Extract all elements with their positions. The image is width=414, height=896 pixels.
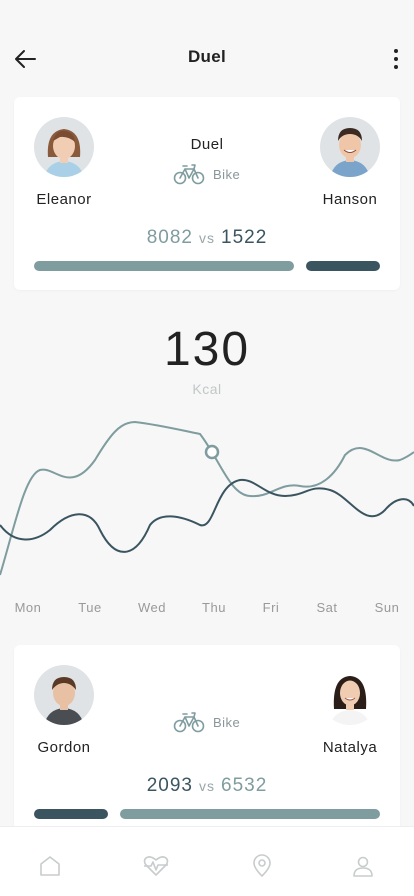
left-progress-bar bbox=[34, 809, 108, 819]
player-name-left: Gordon bbox=[37, 739, 91, 756]
selected-point-marker[interactable] bbox=[204, 444, 220, 460]
day-label: Sat bbox=[316, 600, 338, 615]
player-name-right: Natalya bbox=[322, 739, 378, 756]
activity-mode-label: Bike bbox=[213, 714, 241, 730]
tab-profile[interactable] bbox=[348, 851, 378, 881]
calories-unit: Kcal bbox=[192, 381, 222, 397]
right-score: 1522 bbox=[221, 227, 268, 248]
more-vertical-icon bbox=[394, 49, 398, 53]
activity-chart bbox=[0, 420, 414, 576]
activity-mode: Bike bbox=[173, 711, 240, 733]
location-pin-icon bbox=[253, 854, 271, 877]
player-name-right: Hanson bbox=[322, 191, 378, 208]
tab-health[interactable] bbox=[141, 851, 171, 881]
page-title: Duel bbox=[187, 47, 227, 66]
tab-location[interactable] bbox=[247, 851, 277, 881]
profile-icon bbox=[353, 856, 373, 877]
day-label: Sun bbox=[374, 600, 400, 615]
duel-card-top[interactable]: Eleanor Duel Bike Hanson 8082 vs 1522 bbox=[14, 97, 400, 290]
player-name-left: Eleanor bbox=[36, 191, 92, 208]
day-label: Tue bbox=[78, 600, 102, 615]
bottom-tab-bar bbox=[0, 826, 414, 896]
activity-mode-label: Bike bbox=[213, 166, 241, 182]
day-label: Wed bbox=[138, 600, 166, 615]
vs-label: vs bbox=[199, 230, 215, 246]
left-score: 2093 bbox=[146, 775, 193, 796]
left-score: 8082 bbox=[146, 227, 193, 248]
calories-value: 130 bbox=[163, 323, 251, 376]
tab-home[interactable] bbox=[35, 851, 65, 881]
activity-mode: Bike bbox=[173, 163, 240, 185]
day-label: Thu bbox=[202, 600, 226, 615]
series-line-dark bbox=[0, 478, 414, 553]
vs-label: vs bbox=[199, 778, 215, 794]
avatar-hanson[interactable] bbox=[320, 117, 380, 177]
chart-x-axis: Mon Tue Wed Thu Fri Sat Sun bbox=[0, 600, 414, 618]
right-progress-bar bbox=[306, 261, 380, 271]
bicycle-icon bbox=[173, 164, 205, 185]
heart-pulse-icon bbox=[143, 856, 169, 876]
home-icon bbox=[40, 856, 60, 876]
bicycle-icon bbox=[173, 712, 205, 733]
series-line-light bbox=[0, 420, 414, 576]
avatar-gordon[interactable] bbox=[34, 665, 94, 725]
avatar-natalya[interactable] bbox=[320, 665, 380, 725]
app-header: Duel bbox=[0, 0, 414, 110]
duel-card-bottom[interactable]: Gordon Bike Natalya 2093 vs 6532 bbox=[14, 645, 400, 845]
right-score: 6532 bbox=[221, 775, 268, 796]
score-comparison: 2093 vs 6532 bbox=[14, 775, 400, 797]
day-label: Mon bbox=[14, 600, 42, 615]
more-options-button[interactable] bbox=[384, 44, 408, 74]
right-progress-bar bbox=[120, 809, 380, 819]
left-progress-bar bbox=[34, 261, 294, 271]
score-comparison: 8082 vs 1522 bbox=[14, 227, 400, 249]
day-label: Fri bbox=[262, 600, 280, 615]
